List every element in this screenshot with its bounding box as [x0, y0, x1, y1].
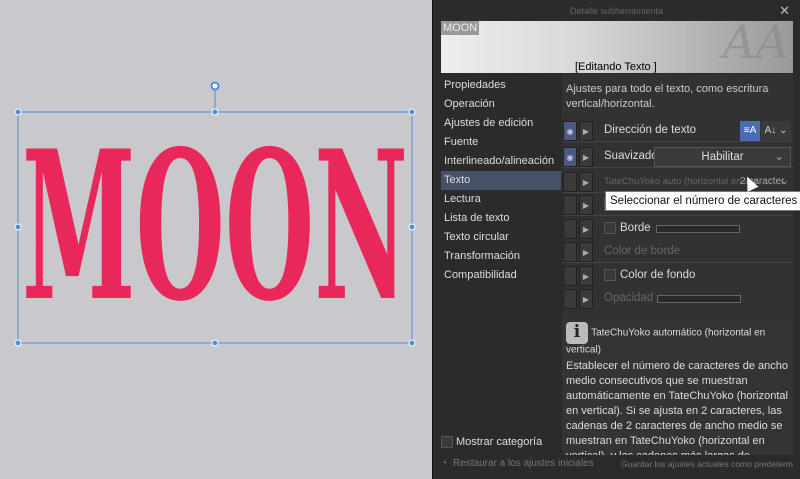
eye-icon[interactable]	[563, 266, 577, 286]
category-item[interactable]: Lista de texto	[441, 209, 561, 228]
font-art-icon: AA	[722, 21, 789, 69]
editing-status: [Editando Texto ]	[575, 61, 657, 73]
handle-bottom[interactable]	[211, 339, 219, 347]
category-item[interactable]: Ajustes de edición	[441, 114, 561, 133]
show-category-checkbox[interactable]: Mostrar categoría	[441, 436, 543, 449]
vertical-direction-icon[interactable]: A↓ ⌄	[761, 121, 791, 141]
category-item[interactable]: Texto circular	[441, 228, 561, 247]
horizontal-direction-icon[interactable]: ≡A	[740, 121, 760, 141]
opacity-label: Opacidad	[604, 292, 654, 304]
smoothing-select[interactable]: Habilitar ⌄	[654, 147, 791, 167]
tatechuyoko-label: TateChuYoko auto (horizontal en ver	[604, 176, 758, 187]
eye-icon[interactable]	[563, 172, 577, 192]
expand-arrow-icon[interactable]: ▶	[579, 195, 593, 215]
background-checkbox[interactable]	[604, 269, 616, 281]
chevron-down-icon: ⌄	[779, 175, 789, 187]
handle-top-right[interactable]	[408, 108, 416, 116]
opacity-row: ▶ Opacidad	[562, 288, 793, 310]
info-icon: i	[566, 322, 588, 344]
category-description: Ajustes para todo el texto, como escritu…	[566, 83, 769, 110]
eye-icon[interactable]	[563, 242, 577, 262]
category-item[interactable]: Texto	[441, 171, 561, 190]
save-default-button[interactable]: Guardar los ajustes actuales como predet…	[621, 455, 793, 473]
info-title: TateChuYoko automático (horizontal en ve…	[566, 327, 766, 356]
expand-arrow-icon[interactable]: ▶	[579, 147, 593, 167]
checkbox[interactable]	[441, 436, 453, 449]
category-item[interactable]: Lectura	[441, 190, 561, 209]
chevron-down-icon: ⌄	[774, 151, 784, 163]
border-width-slider[interactable]	[656, 225, 740, 233]
layer-name: MOON	[441, 21, 480, 35]
background-color-label: Color de fondo	[620, 269, 696, 281]
background-color-row: ▶ Color de fondo	[562, 265, 793, 287]
canvas[interactable]: MOON	[0, 0, 432, 479]
expand-arrow-icon[interactable]: ▶	[579, 242, 593, 262]
show-category-label: Mostrar categoría	[456, 436, 543, 448]
info-panel: i TateChuYoko automático (horizontal en …	[562, 318, 793, 455]
expand-arrow-icon[interactable]: ▶	[579, 121, 593, 141]
border-label: Borde	[620, 222, 651, 234]
eye-icon[interactable]: ◉	[563, 147, 577, 167]
category-item[interactable]: Compatibilidad	[441, 266, 561, 285]
tooltip: Seleccionar el número de caracteres que	[605, 191, 800, 211]
handle-right[interactable]	[408, 223, 416, 231]
smoothing-label: Suavizado	[604, 150, 658, 162]
text-layer[interactable]: MOON	[0, 0, 432, 479]
smoothing-value: Habilitar	[701, 151, 744, 163]
dialog-title: Detalle subherramienta	[569, 6, 664, 16]
category-item[interactable]: Operación	[441, 95, 561, 114]
category-item[interactable]: Fuente	[441, 133, 561, 152]
expand-arrow-icon[interactable]: ▶	[579, 289, 593, 309]
expand-arrow-icon[interactable]: ▶	[579, 266, 593, 286]
eye-icon[interactable]	[563, 289, 577, 309]
border-color-row: ▶ Color de borde	[562, 241, 793, 263]
subtool-detail-dialog: Detalle subherramienta ✕ MOON AA [Editan…	[432, 0, 800, 479]
rotation-handle[interactable]	[210, 81, 220, 91]
handle-bottom-left[interactable]	[14, 339, 22, 347]
restore-icon: ◔	[441, 458, 448, 469]
moon-text[interactable]: MOON	[22, 107, 408, 347]
category-item[interactable]: Propiedades	[441, 76, 561, 95]
info-body: Establecer el número de caracteres de an…	[566, 360, 788, 455]
expand-arrow-icon[interactable]: ▶	[579, 172, 593, 192]
handle-top-left[interactable]	[14, 108, 22, 116]
category-item[interactable]: Transformación	[441, 247, 561, 266]
category-item[interactable]: Interlineado/alineación	[441, 152, 561, 171]
eye-icon[interactable]: ◉	[563, 121, 577, 141]
handle-top[interactable]	[211, 108, 219, 116]
border-row: ▶ Borde	[562, 218, 793, 240]
close-icon[interactable]: ✕	[779, 3, 790, 19]
direction-row: ◉ ▶ Dirección de texto ≡A A↓ ⌄	[562, 120, 793, 142]
handle-left[interactable]	[14, 223, 22, 231]
direction-label: Dirección de texto	[604, 124, 697, 136]
handle-bottom-right[interactable]	[408, 339, 416, 347]
tatechuyoko-row: ▶ TateChuYoko auto (horizontal en ver 2 …	[562, 171, 793, 193]
expand-arrow-icon[interactable]: ▶	[579, 219, 593, 239]
category-list: Propiedades Operación Ajustes de edición Fu…	[441, 74, 561, 455]
footer: ◔ Restaurar a los ajustes iniciales Guar…	[441, 455, 793, 473]
eye-icon[interactable]	[563, 219, 577, 239]
border-color-label: Color de borde	[604, 245, 681, 257]
opacity-slider[interactable]	[657, 295, 741, 303]
preview-banner: MOON AA [Editando Texto ]	[441, 21, 793, 73]
eye-icon[interactable]	[563, 195, 577, 215]
border-checkbox[interactable]	[604, 222, 616, 234]
smoothing-row: ◉ ▶ Suavizado Habilitar ⌄	[562, 146, 793, 168]
restore-button[interactable]: Restaurar a los ajustes iniciales	[453, 455, 594, 473]
